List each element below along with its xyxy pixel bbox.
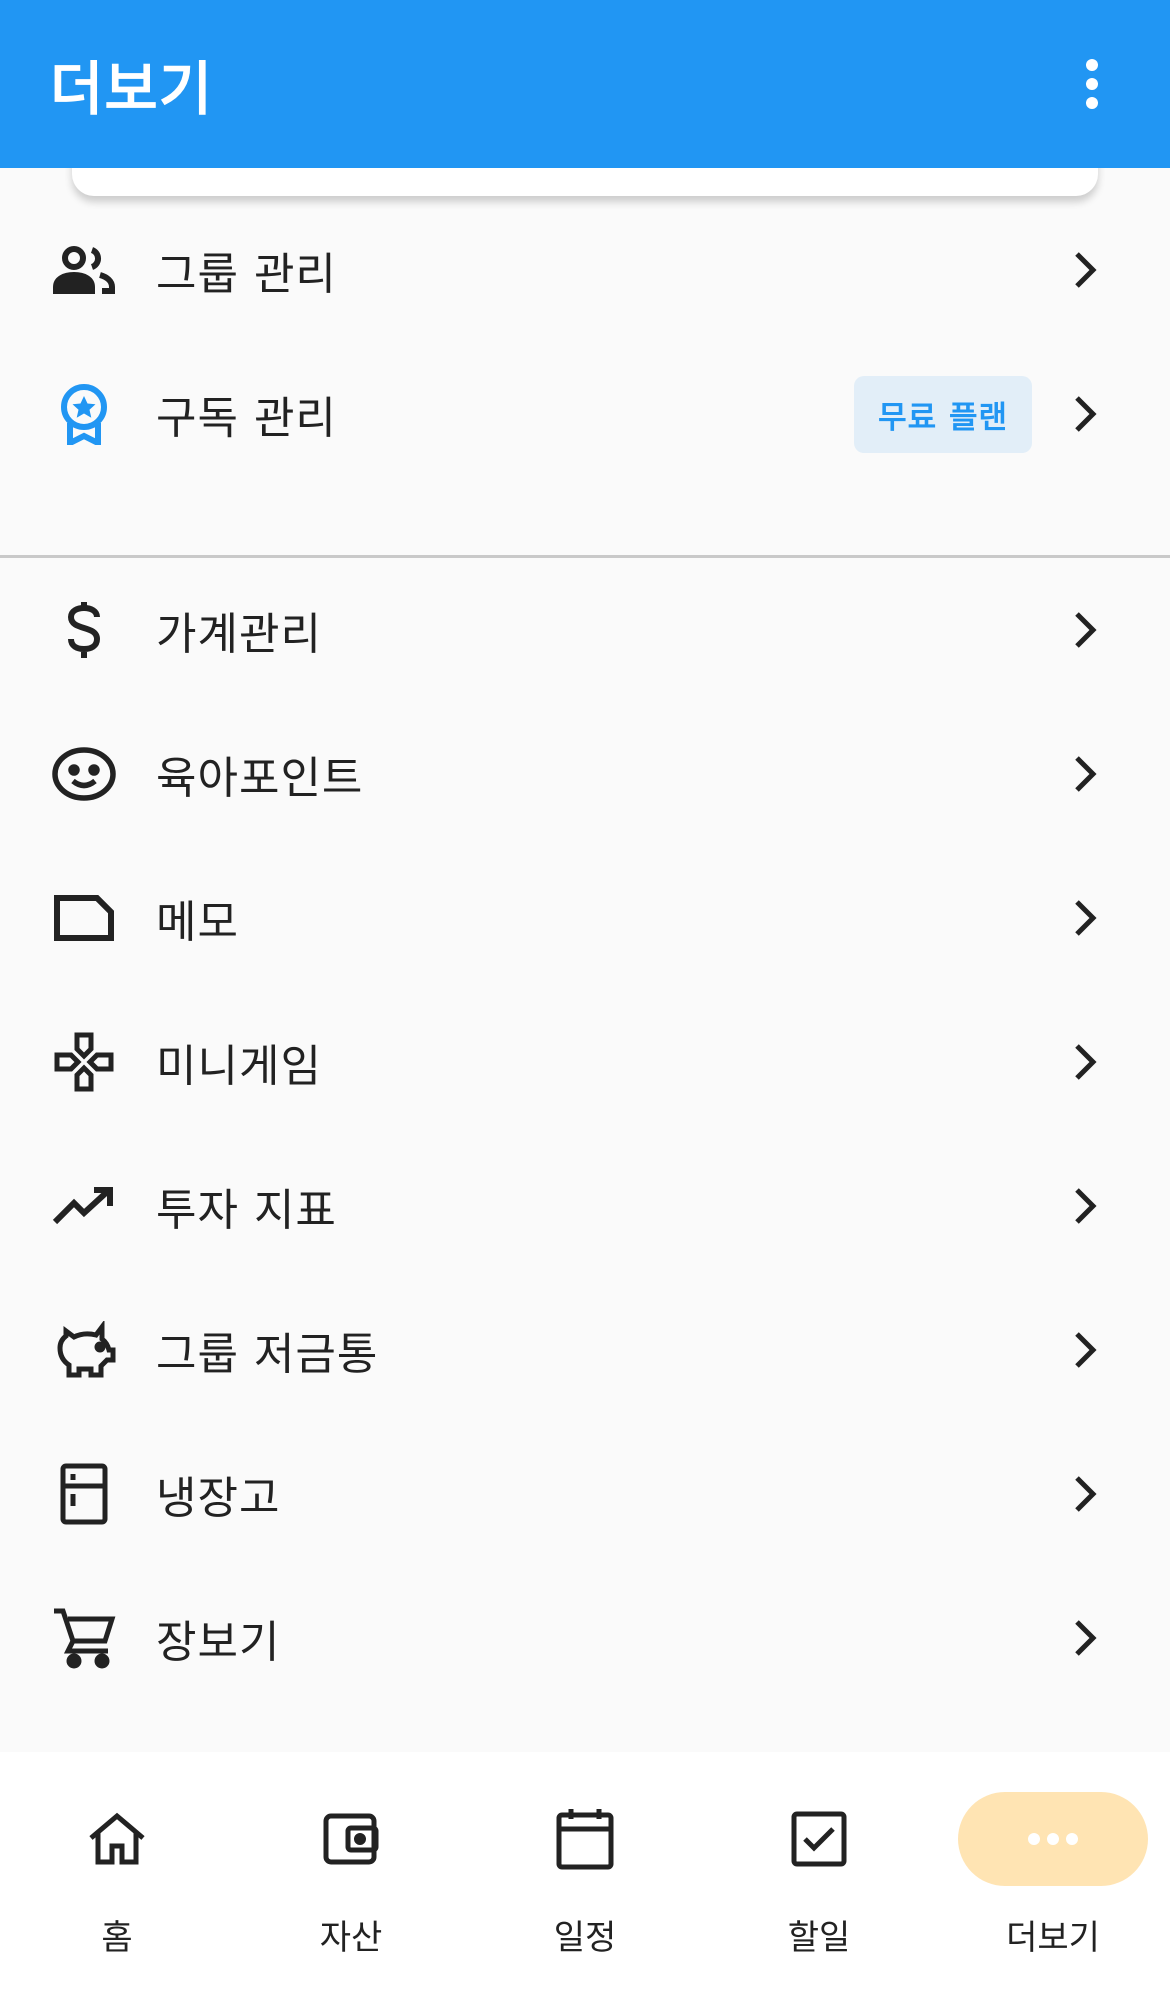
nav-label: 자산 <box>319 1918 383 1958</box>
menu-item-fridge[interactable]: 냉장고 <box>0 1422 1170 1566</box>
home-icon <box>22 1792 212 1886</box>
note-icon <box>48 882 120 954</box>
plan-badge: 무료 플랜 <box>854 375 1032 453</box>
menu-item-label: 육아포인트 <box>156 753 364 804</box>
chevron-right-icon <box>1060 1032 1110 1092</box>
menu-item-shopping[interactable]: 장보기 <box>0 1566 1170 1710</box>
nav-assets[interactable]: 자산 <box>234 1752 468 1992</box>
cart-icon <box>48 1602 120 1674</box>
fridge-icon <box>48 1458 120 1530</box>
chevron-right-icon <box>1060 600 1110 660</box>
more-horiz-icon <box>958 1792 1148 1886</box>
chevron-right-icon <box>1060 744 1110 804</box>
menu-item-label: 그룹 관리 <box>156 249 337 300</box>
menu-item-subscription[interactable]: 구독 관리 무료 플랜 <box>0 342 1170 486</box>
wallet-icon <box>256 1792 446 1886</box>
menu-list-bottom: 가계관리 육아포인트 메모 미니게임 투자 지표 그룹 저금통 냉장고 장보기 <box>0 558 1170 1710</box>
menu-list-top: 그룹 관리 구독 관리 무료 플랜 <box>0 246 1170 486</box>
baby-face-icon <box>48 738 120 810</box>
chevron-right-icon <box>1060 1320 1110 1380</box>
menu-item-household[interactable]: 가계관리 <box>0 558 1170 702</box>
menu-item-memo[interactable]: 메모 <box>0 846 1170 990</box>
menu-item-investment-index[interactable]: 투자 지표 <box>0 1134 1170 1278</box>
menu-item-label: 가계관리 <box>156 609 322 660</box>
trending-up-icon <box>48 1170 120 1242</box>
calendar-icon <box>490 1792 680 1886</box>
app-bar: 더보기 <box>0 0 1170 168</box>
nav-schedule[interactable]: 일정 <box>468 1752 702 1992</box>
nav-home[interactable]: 홈 <box>0 1752 234 1992</box>
menu-item-label: 냉장고 <box>156 1473 281 1524</box>
nav-label: 더보기 <box>1006 1918 1100 1958</box>
nav-todo[interactable]: 할일 <box>702 1752 936 1992</box>
checkbox-icon <box>724 1792 914 1886</box>
dollar-icon <box>48 594 120 666</box>
chevron-right-icon <box>1060 240 1110 300</box>
bottom-navigation: 홈 자산 일정 할일 더보기 <box>0 1752 1170 1992</box>
nav-label: 할일 <box>787 1918 851 1958</box>
page-title: 더보기 <box>50 55 214 123</box>
badge-star-icon <box>48 378 120 450</box>
menu-item-label: 미니게임 <box>156 1041 322 1092</box>
chevron-right-icon <box>1060 1176 1110 1236</box>
piggy-bank-icon <box>48 1314 120 1386</box>
menu-item-label: 그룹 저금통 <box>156 1329 379 1380</box>
nav-more[interactable]: 더보기 <box>936 1752 1170 1992</box>
nav-label: 홈 <box>101 1918 133 1958</box>
menu-item-label: 메모 <box>156 897 239 948</box>
menu-item-group-piggybank[interactable]: 그룹 저금통 <box>0 1278 1170 1422</box>
chevron-right-icon <box>1060 1608 1110 1668</box>
menu-item-group-manage[interactable]: 그룹 관리 <box>0 198 1170 342</box>
chevron-right-icon <box>1060 888 1110 948</box>
menu-item-minigame[interactable]: 미니게임 <box>0 990 1170 1134</box>
menu-item-label: 투자 지표 <box>156 1185 337 1236</box>
group-icon <box>48 234 120 306</box>
gamepad-icon <box>48 1026 120 1098</box>
menu-item-label: 구독 관리 <box>156 393 337 444</box>
nav-label: 일정 <box>553 1918 617 1958</box>
menu-item-label: 장보기 <box>156 1617 281 1668</box>
menu-item-parenting-points[interactable]: 육아포인트 <box>0 702 1170 846</box>
chevron-right-icon <box>1060 1464 1110 1524</box>
more-vert-icon[interactable] <box>1062 34 1122 134</box>
chevron-right-icon <box>1060 384 1110 444</box>
